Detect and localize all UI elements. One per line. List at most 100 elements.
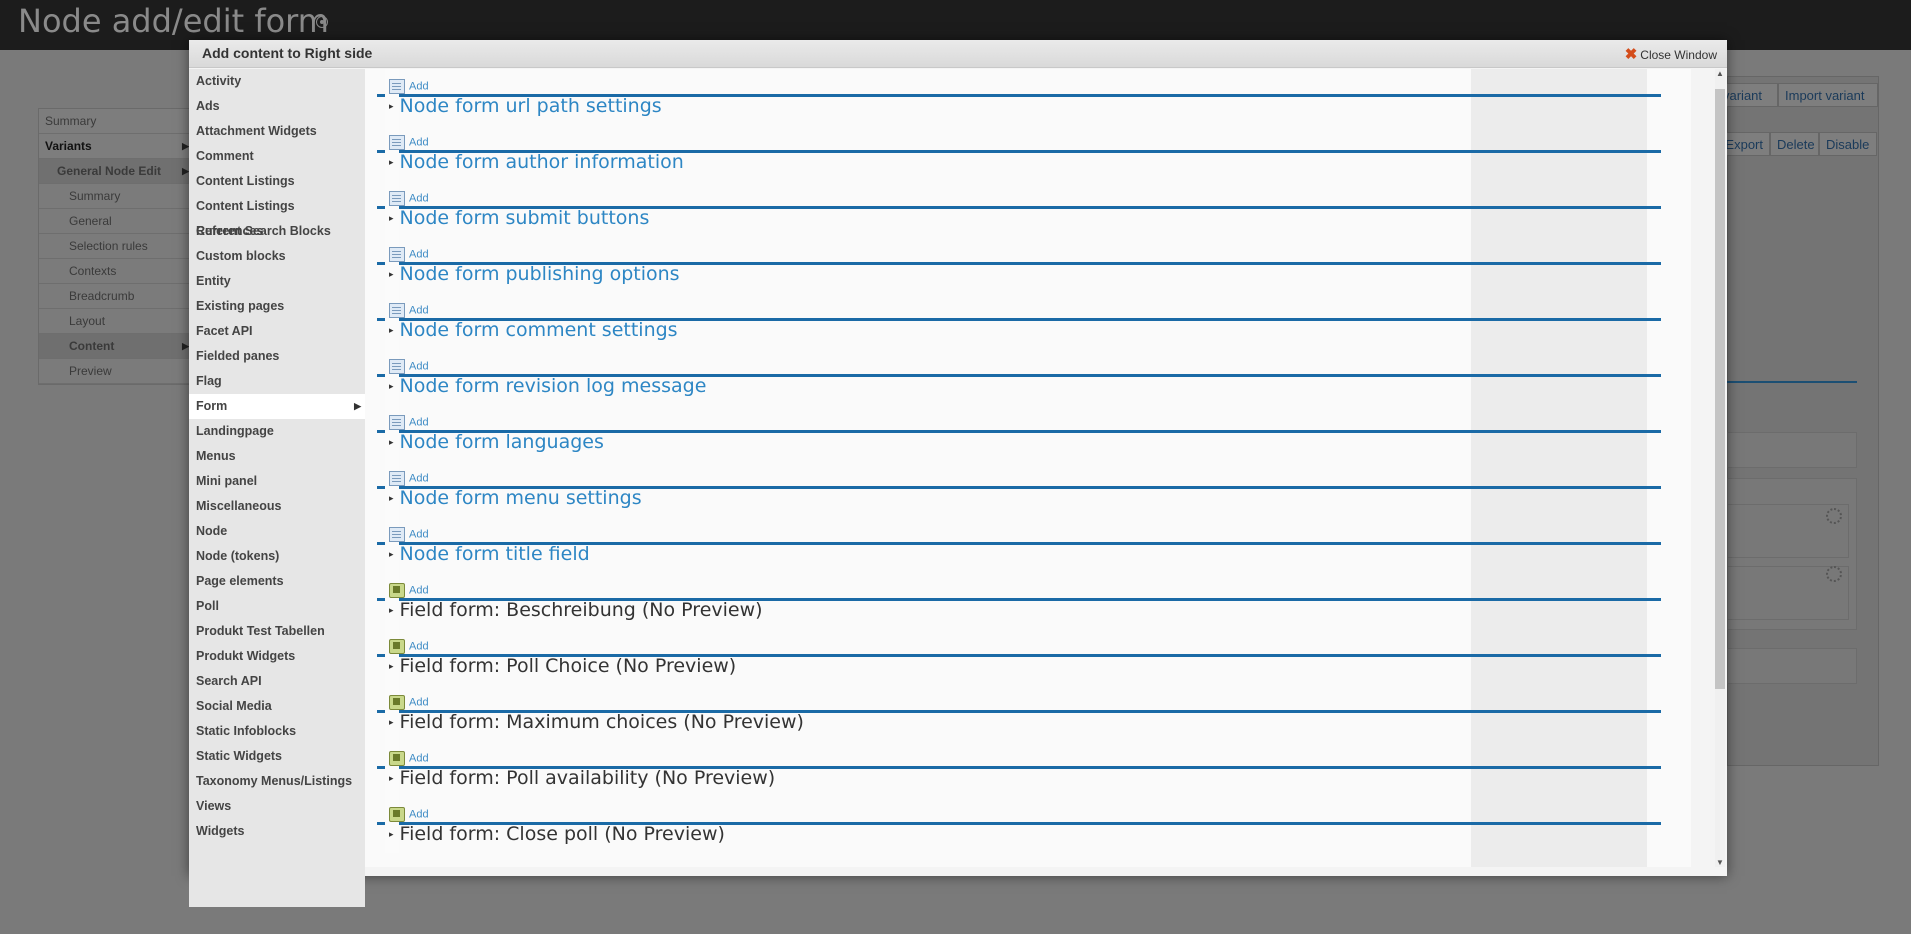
category-list: Activity Ads Attachment Widgets Comment Cont… (189, 69, 365, 907)
category-taxonomy-menus-listings[interactable]: Taxonomy Menus/Listings (189, 769, 365, 794)
add-link[interactable]: Add (389, 415, 429, 430)
category-menus[interactable]: Menus (189, 444, 365, 469)
content-type-title[interactable]: ▸ Node form url path settings (389, 95, 662, 117)
content-type-label: Add ▸ Field form: Maximum choices (No Prev… (385, 685, 804, 741)
category-mini-panel[interactable]: Mini panel (189, 469, 365, 494)
category-flag[interactable]: Flag (189, 369, 365, 394)
content-type-title[interactable]: ▸ Node form comment settings (389, 319, 678, 341)
category-static-infoblocks[interactable]: Static Infoblocks (189, 719, 365, 744)
category-activity[interactable]: Activity (189, 69, 365, 94)
category-facet-api[interactable]: Facet API (189, 319, 365, 344)
content-type-title[interactable]: ▸ Node form menu settings (389, 487, 642, 509)
add-link-label: Add (409, 472, 429, 485)
content-type-title[interactable]: ▸ Field form: Beschreibung (No Preview) (389, 599, 763, 621)
add-link[interactable]: Add (389, 807, 429, 822)
content-type-item: Add ▸ Node form comment settings (365, 293, 1691, 349)
category-social-media[interactable]: Social Media (189, 694, 365, 719)
category-fielded-panes[interactable]: Fielded panes (189, 344, 365, 369)
add-link[interactable]: Add (389, 191, 429, 206)
add-link[interactable]: Add (389, 471, 429, 486)
category-produkt-widgets[interactable]: Produkt Widgets (189, 644, 365, 669)
modal-title: Add content to Right side (202, 45, 373, 61)
content-type-label: Add ▸ Node form url path settings (385, 69, 662, 125)
category-content-listings[interactable]: Content Listings (189, 169, 365, 194)
document-icon (389, 79, 405, 94)
category-form[interactable]: Form ▶ (189, 394, 365, 419)
modal-header: Add content to Right side ✖ Close Window (189, 40, 1727, 68)
content-type-title[interactable]: ▸ Node form author information (389, 151, 684, 173)
add-link-label: Add (409, 752, 429, 765)
add-link[interactable]: Add (389, 527, 429, 542)
settings-circle-icon[interactable] (316, 16, 328, 28)
add-link[interactable]: Add (389, 79, 429, 94)
content-type-label: Add ▸ Field form: Beschreibung (No Preview… (385, 573, 763, 629)
category-page-elements[interactable]: Page elements (189, 569, 365, 594)
content-type-title[interactable]: ▸ Node form title field (389, 543, 590, 565)
content-type-title[interactable]: ▸ Node form revision log message (389, 375, 706, 397)
scroll-down-icon[interactable]: ▼ (1716, 858, 1724, 867)
bg-nav-sub-preview: Preview (39, 359, 191, 384)
content-type-item: Add ▸ Node form languages (365, 405, 1691, 461)
scroll-thumb[interactable] (1715, 89, 1725, 689)
category-current-search-blocks[interactable]: Current Search Blocks (189, 219, 365, 244)
content-type-title[interactable]: ▸ Node form publishing options (389, 263, 680, 285)
category-widgets[interactable]: Widgets (189, 819, 365, 844)
content-type-label: Add ▸ Node form revision log message (385, 349, 706, 405)
add-link-label: Add (409, 80, 429, 93)
category-custom-blocks[interactable]: Custom blocks (189, 244, 365, 269)
category-poll[interactable]: Poll (189, 594, 365, 619)
category-landingpage[interactable]: Landingpage (189, 419, 365, 444)
category-miscellaneous[interactable]: Miscellaneous (189, 494, 365, 519)
bg-import-variant-button: Import variant (1778, 83, 1878, 107)
add-link[interactable]: Add (389, 583, 429, 598)
content-type-item: Add ▸ Node form menu settings (365, 461, 1691, 517)
add-link[interactable]: Add (389, 247, 429, 262)
content-type-title[interactable]: ▸ Node form languages (389, 431, 604, 453)
category-content-listings-references[interactable]: Content Listings References (189, 194, 365, 238)
add-link-label: Add (409, 192, 429, 205)
add-link[interactable]: Add (389, 135, 429, 150)
package-icon (389, 751, 405, 766)
content-type-title-text: Node form languages (399, 431, 604, 453)
scroll-up-icon[interactable]: ▲ (1716, 69, 1724, 78)
content-type-label: Add ▸ Node form publishing options (385, 237, 680, 293)
category-node-tokens-[interactable]: Node (tokens) (189, 544, 365, 569)
content-type-title[interactable]: ▸ Field form: Close poll (No Preview) (389, 823, 725, 845)
content-type-title[interactable]: ▸ Node form submit buttons (389, 207, 649, 229)
bg-nav-sub-layout: Layout (39, 309, 191, 334)
scrollbar[interactable]: ▲ ▼ (1715, 69, 1725, 867)
category-search-api[interactable]: Search API (189, 669, 365, 694)
category-views[interactable]: Views (189, 794, 365, 819)
category-ads[interactable]: Ads (189, 94, 365, 119)
bg-disable-button: Disable (1819, 132, 1877, 156)
bg-box-1 (1727, 432, 1857, 468)
triangle-right-icon: ▸ (389, 213, 394, 224)
background-nav: Summary Variants ▶ General Node Edit ▶ Sum… (38, 108, 192, 385)
content-type-label: Add ▸ Field form: Close poll (No Preview) (385, 797, 725, 853)
content-type-title-text: Node form submit buttons (399, 207, 650, 229)
bg-nav-sub-summary: Summary (39, 184, 191, 209)
category-produkt-test-tabellen[interactable]: Produkt Test Tabellen (189, 619, 365, 644)
add-link-label: Add (409, 248, 429, 261)
add-link[interactable]: Add (389, 695, 429, 710)
category-existing-pages[interactable]: Existing pages (189, 294, 365, 319)
category-comment[interactable]: Comment (189, 144, 365, 169)
chevron-right-icon: ▶ (354, 401, 361, 411)
bg-nav-sub-general: General (39, 209, 191, 234)
category-node[interactable]: Node (189, 519, 365, 544)
add-link[interactable]: Add (389, 359, 429, 374)
add-link[interactable]: Add (389, 751, 429, 766)
content-type-title-text: Field form: Poll availability (No Previe… (399, 767, 776, 789)
close-window-button[interactable]: ✖ Close Window (1625, 45, 1717, 63)
content-type-title[interactable]: ▸ Field form: Maximum choices (No Preview… (389, 711, 804, 733)
content-type-label: Add ▸ Node form author information (385, 125, 684, 181)
add-link[interactable]: Add (389, 303, 429, 318)
add-link[interactable]: Add (389, 639, 429, 654)
category-entity[interactable]: Entity (189, 269, 365, 294)
content-type-title[interactable]: ▸ Field form: Poll availability (No Previ… (389, 767, 775, 789)
close-icon: ✖ (1624, 46, 1638, 63)
content-type-title[interactable]: ▸ Field form: Poll Choice (No Preview) (389, 655, 736, 677)
category-attachment-widgets[interactable]: Attachment Widgets (189, 119, 365, 144)
content-type-title-text: Node form url path settings (399, 95, 662, 117)
category-static-widgets[interactable]: Static Widgets (189, 744, 365, 769)
